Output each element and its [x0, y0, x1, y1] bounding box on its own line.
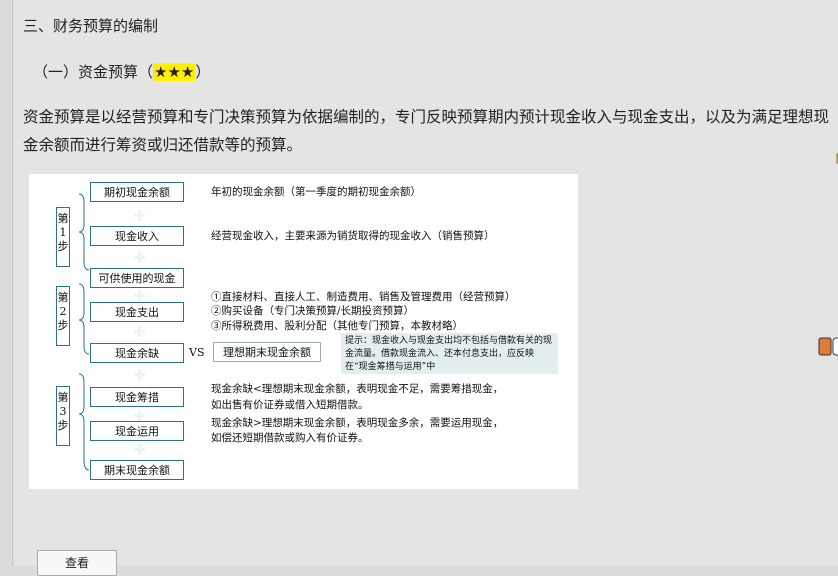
disbursements-item-1: ①直接材料、直接人工、制造费用、销售及管理费用（经营预算） — [211, 291, 516, 303]
application-description-1: 现金余缺>理想期末现金余额，表明现金多余，需要运用现金， — [211, 417, 504, 429]
minus-icon-2 — [134, 410, 145, 421]
equals-icon-3 — [134, 444, 145, 455]
step-2-label: 第 2 步 — [56, 286, 70, 346]
plus-icon-2 — [134, 369, 145, 380]
equals-icon-2 — [134, 326, 145, 337]
closing-balance-box: 期末现金余额 — [90, 460, 184, 480]
step-1-label: 第 1 步 — [56, 207, 70, 267]
cash-available-box: 可供使用的现金 — [90, 268, 184, 288]
opening-balance-box: 期初现金余额 — [90, 182, 184, 202]
cash-application-box: 现金运用 — [90, 421, 184, 441]
application-description-2: 如偿还短期借款或购入有价证券。 — [211, 432, 369, 444]
vs-label: VS — [189, 346, 205, 359]
minus-icon — [134, 290, 145, 301]
cash-budget-figure: 第 1 步 第 2 步 第 3 步 期初现金余额 现金收入 可供使用的现金 现金… — [29, 174, 578, 489]
disbursements-item-3: ③所得税费用、股利分配（其他专门预算，本教材略） — [211, 320, 463, 332]
opening-description: 年初的现金余额（第一季度的期初现金余额） — [211, 186, 421, 198]
financing-description-2: 如出售有价证券或借入短期借款。 — [211, 399, 369, 411]
cash-financing-box: 现金筹措 — [90, 387, 184, 407]
view-button[interactable]: 查看 — [37, 550, 117, 576]
section-heading: 三、财务预算的编制 — [23, 17, 159, 35]
toggle-icon[interactable] — [818, 336, 838, 358]
ideal-closing-balance-box: 理想期末现金余额 — [213, 342, 321, 362]
plus-icon — [134, 210, 145, 221]
cash-disbursements-box: 现金支出 — [90, 302, 184, 322]
content-panel: 三、财务预算的编制 （一）资金预算（★★★） 资金预算是以经营预算和专门决策预算… — [12, 0, 838, 576]
step-3-label: 第 3 步 — [56, 386, 70, 446]
equals-icon — [134, 252, 145, 263]
cash-receipts-box: 现金收入 — [90, 226, 184, 246]
cash-balance-box: 现金余缺 — [90, 343, 184, 363]
definition-paragraph: 资金预算是以经营预算和专门决策预算为依据编制的，专门反映预算期内预计现金收入与现… — [23, 108, 830, 154]
disbursements-item-2: ②购买设备（专门决策预算/长期投资预算） — [211, 305, 415, 317]
importance-stars: ★★★ — [153, 63, 196, 81]
subheading-suffix: ） — [195, 63, 211, 81]
receipts-description: 经营现金收入，主要来源为销货取得的现金收入（销售预算） — [211, 230, 495, 242]
financing-description-1: 现金余缺<理想期末现金余额，表明现金不足，需要筹措现金， — [211, 383, 504, 395]
tip-note: 提示：现金收入与现金支出均不包括与借款有关的现金流量。借款现金流入、还本付息支出… — [341, 333, 558, 374]
subheading-prefix: （一）资金预算（ — [33, 63, 154, 81]
subsection-heading: （一）资金预算（★★★） — [33, 61, 210, 82]
